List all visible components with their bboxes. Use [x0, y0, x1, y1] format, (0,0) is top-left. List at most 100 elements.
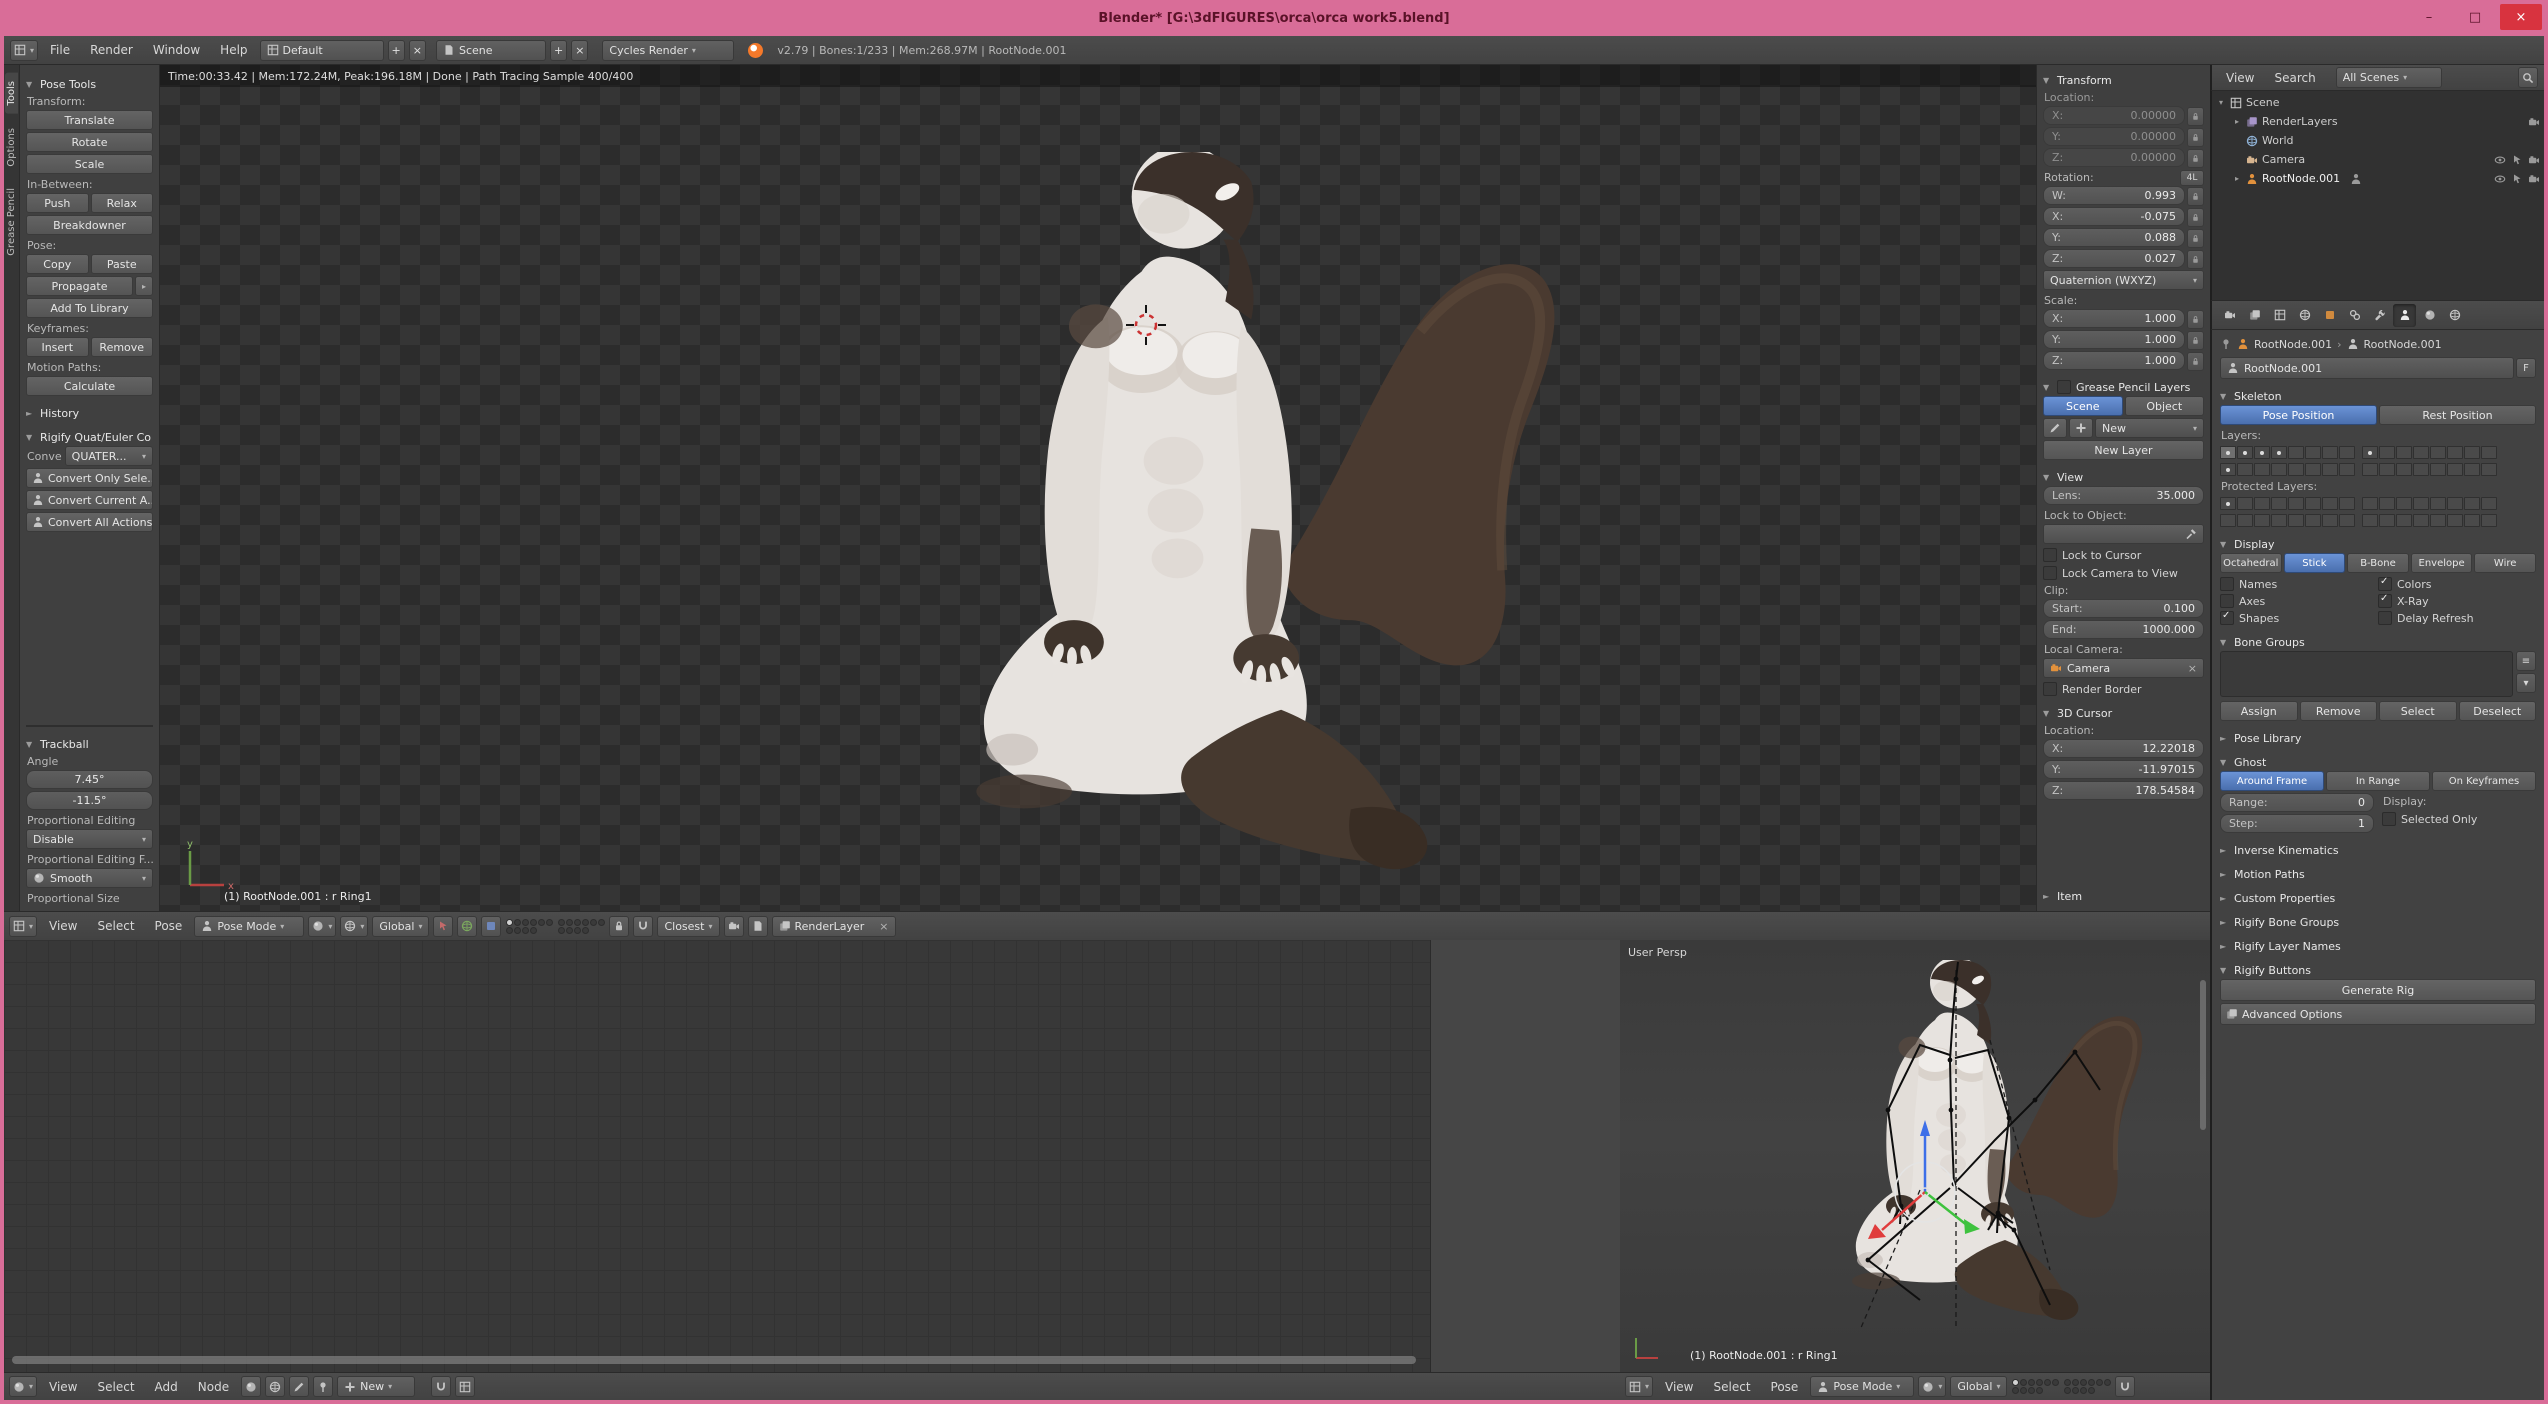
- tab-physics[interactable]: [2443, 304, 2466, 327]
- layer-toggle[interactable]: [2339, 446, 2355, 459]
- rotation-x-field[interactable]: X:-0.075: [2043, 207, 2185, 226]
- layer-toggle[interactable]: [2430, 463, 2446, 476]
- advanced-options-button[interactable]: Advanced Options: [2220, 1003, 2536, 1025]
- tab-grease-pencil[interactable]: Grease Pencil: [5, 180, 18, 264]
- layer-toggle[interactable]: [574, 927, 581, 934]
- gp-new-dropdown[interactable]: New▾: [2095, 418, 2204, 438]
- rotate-button[interactable]: Rotate: [26, 132, 153, 152]
- panel-header-item[interactable]: ►Item: [2043, 887, 2204, 905]
- tab-constraints[interactable]: [2343, 304, 2366, 327]
- layer-toggle[interactable]: [2322, 463, 2338, 476]
- gp-object-button[interactable]: Object: [2125, 396, 2205, 416]
- copy-pose-button[interactable]: Copy: [26, 254, 89, 274]
- push-button[interactable]: Push: [26, 193, 89, 213]
- propagate-menu-button[interactable]: ▸: [135, 276, 153, 296]
- menu-file[interactable]: File: [42, 36, 78, 64]
- breakdowner-button[interactable]: Breakdowner: [26, 215, 153, 235]
- rest-position-button[interactable]: Rest Position: [2379, 405, 2536, 425]
- layer-toggle[interactable]: [2288, 497, 2304, 510]
- layer-toggle[interactable]: [2044, 1379, 2051, 1386]
- scale-x-field[interactable]: X:1.000: [2043, 309, 2185, 328]
- layer-toggle[interactable]: [2036, 1379, 2043, 1386]
- relax-button[interactable]: Relax: [91, 193, 154, 213]
- node-menu-add[interactable]: Add: [147, 1373, 186, 1400]
- layer-toggle[interactable]: [2464, 497, 2480, 510]
- layer-toggle[interactable]: [2237, 497, 2253, 510]
- trackball-angle-y-field[interactable]: -11.5°: [26, 791, 153, 810]
- layer-toggle[interactable]: [2362, 446, 2378, 459]
- horizontal-scrollbar[interactable]: [12, 1356, 1416, 1364]
- lock-to-cursor-checkbox[interactable]: [2043, 548, 2057, 562]
- layer-toggle[interactable]: [2379, 514, 2395, 527]
- cursor-y-field[interactable]: Y:-11.97015: [2043, 760, 2204, 779]
- axes-checkbox[interactable]: [2220, 594, 2234, 608]
- shapes-checkbox[interactable]: [2220, 611, 2234, 625]
- lock-icon[interactable]: [609, 916, 629, 937]
- layer-toggle[interactable]: [566, 927, 573, 934]
- names-checkbox[interactable]: [2220, 577, 2234, 591]
- scene-selector[interactable]: Scene: [436, 40, 546, 61]
- lock-icon[interactable]: [2187, 208, 2204, 227]
- snap-magnet-icon[interactable]: [2115, 1376, 2135, 1397]
- convert-current-action-button[interactable]: Convert Current A...: [26, 490, 153, 510]
- close-scene-button[interactable]: ×: [571, 40, 588, 61]
- layer-toggle[interactable]: [2088, 1379, 2095, 1386]
- snap-magnet-icon[interactable]: [633, 916, 653, 937]
- scale-z-field[interactable]: Z:1.000: [2043, 351, 2185, 370]
- scale-y-field[interactable]: Y:1.000: [2043, 330, 2185, 349]
- layer-toggle[interactable]: [566, 919, 573, 926]
- layer-toggle[interactable]: [506, 927, 513, 934]
- panel-header-view[interactable]: ▼View: [2043, 468, 2204, 486]
- pivot-point-dropdown[interactable]: ▾: [340, 916, 368, 937]
- layer-toggle[interactable]: [2271, 514, 2287, 527]
- pin-icon[interactable]: [313, 1376, 333, 1397]
- snap-magnet-icon[interactable]: [431, 1376, 451, 1397]
- display-wire-button[interactable]: Wire: [2474, 553, 2536, 573]
- render-opengl-icon[interactable]: [724, 916, 744, 937]
- tab-data[interactable]: [2393, 304, 2416, 327]
- quat-euler-mode-dropdown[interactable]: QUATER...▾: [65, 446, 153, 466]
- lock-icon[interactable]: [2187, 331, 2204, 350]
- location-y-field[interactable]: Y:0.00000: [2043, 127, 2185, 146]
- layer-toggle[interactable]: [2396, 497, 2412, 510]
- datablock-name-field[interactable]: RootNode.001: [2220, 357, 2514, 379]
- layer-toggle[interactable]: [2254, 514, 2270, 527]
- breadcrumb-data[interactable]: RootNode.001: [2364, 338, 2442, 351]
- layer-toggle[interactable]: [2464, 514, 2480, 527]
- translate-button[interactable]: Translate: [26, 110, 153, 130]
- layer-toggle[interactable]: [2464, 446, 2480, 459]
- menu-help[interactable]: Help: [212, 36, 255, 64]
- layer-toggle[interactable]: [2012, 1387, 2019, 1394]
- render-opengl-anim-icon[interactable]: [748, 916, 768, 937]
- layer-toggle[interactable]: [2396, 463, 2412, 476]
- layer-toggle[interactable]: [2220, 514, 2236, 527]
- gp-new-layer-button[interactable]: New Layer: [2043, 440, 2204, 460]
- bone-groups-list[interactable]: [2220, 651, 2513, 697]
- render-border-checkbox[interactable]: [2043, 682, 2057, 696]
- layer-toggle[interactable]: [2430, 514, 2446, 527]
- layer-toggle[interactable]: [2271, 463, 2287, 476]
- layer-toggle[interactable]: [2413, 446, 2429, 459]
- layer-toggle[interactable]: [2339, 463, 2355, 476]
- layer-toggle[interactable]: [2339, 497, 2355, 510]
- xray-checkbox[interactable]: [2378, 594, 2392, 608]
- convert-only-selected-button[interactable]: Convert Only Sele...: [26, 468, 153, 488]
- layer-toggle[interactable]: [2237, 446, 2253, 459]
- scale-button[interactable]: Scale: [26, 154, 153, 174]
- layer-toggle[interactable]: [546, 919, 553, 926]
- shader-type-world-icon[interactable]: [265, 1376, 285, 1397]
- layer-toggle[interactable]: [2220, 446, 2236, 459]
- titlebar[interactable]: Blender* [G:\3dFIGURES\orca\orca work5.b…: [0, 0, 2548, 36]
- menu-window[interactable]: Window: [145, 36, 208, 64]
- shader-type-line-icon[interactable]: [289, 1376, 309, 1397]
- layer-toggle[interactable]: [2028, 1387, 2035, 1394]
- outliner-filter-dropdown[interactable]: All Scenes▾: [2336, 67, 2442, 88]
- gp-draw-button[interactable]: [2043, 418, 2067, 438]
- layer-toggle[interactable]: [558, 927, 565, 934]
- layer-toggle[interactable]: [2322, 497, 2338, 510]
- render-engine-selector[interactable]: Cycles Render▾: [602, 40, 734, 61]
- layer-toggle[interactable]: [2339, 514, 2355, 527]
- layer-toggle[interactable]: [2036, 1387, 2043, 1394]
- paste-pose-button[interactable]: Paste: [91, 254, 154, 274]
- assign-button[interactable]: Assign: [2220, 701, 2298, 721]
